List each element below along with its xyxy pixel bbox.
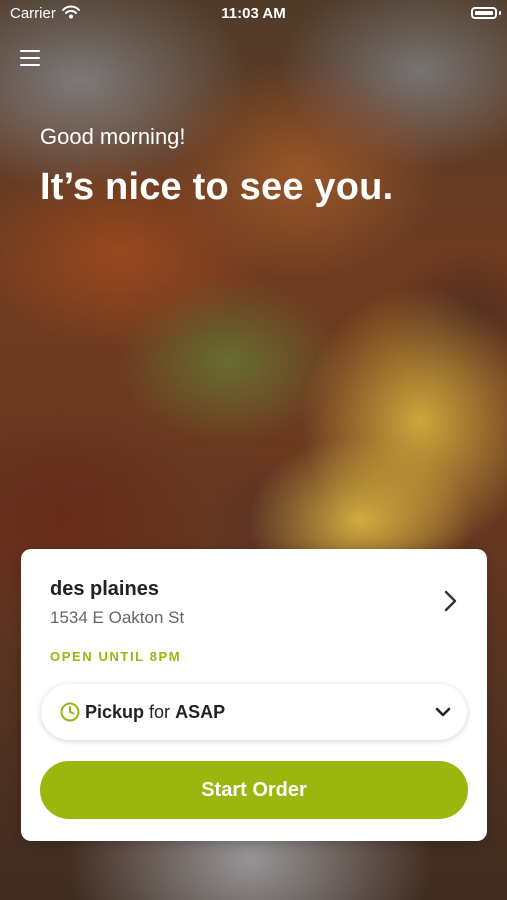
store-selector[interactable]: des plaines 1534 E Oakton St OPEN UNTIL … [21, 549, 487, 669]
order-card: des plaines 1534 E Oakton St OPEN UNTIL … [21, 549, 487, 841]
status-bar: Carrier 11:03 AM [0, 0, 507, 28]
welcome-headline: It’s nice to see you. [40, 166, 394, 208]
order-time: ASAP [175, 702, 226, 722]
clock-icon [60, 702, 80, 722]
store-name: des plaines [50, 578, 159, 600]
greeting-text: Good morning! [40, 124, 186, 149]
start-order-button[interactable]: Start Order [40, 761, 468, 819]
order-for-text: for [149, 702, 171, 722]
chevron-down-icon [435, 707, 451, 717]
store-hours: OPEN UNTIL 8PM [50, 649, 182, 664]
battery-icon [471, 7, 497, 19]
battery-tip [499, 11, 501, 15]
order-mode: Pickup [85, 702, 145, 722]
pickup-time-selector[interactable]: Pickup for ASAP [41, 684, 467, 740]
store-address: 1534 E Oakton St [50, 608, 185, 627]
app-screen: Carrier 11:03 AM Good morning! It’s nice… [0, 0, 507, 900]
status-time: 11:03 AM [221, 5, 286, 22]
chevron-right-icon [444, 590, 457, 612]
hamburger-menu-icon[interactable] [18, 46, 42, 70]
pickup-label: Pickup for ASAP [85, 702, 225, 723]
